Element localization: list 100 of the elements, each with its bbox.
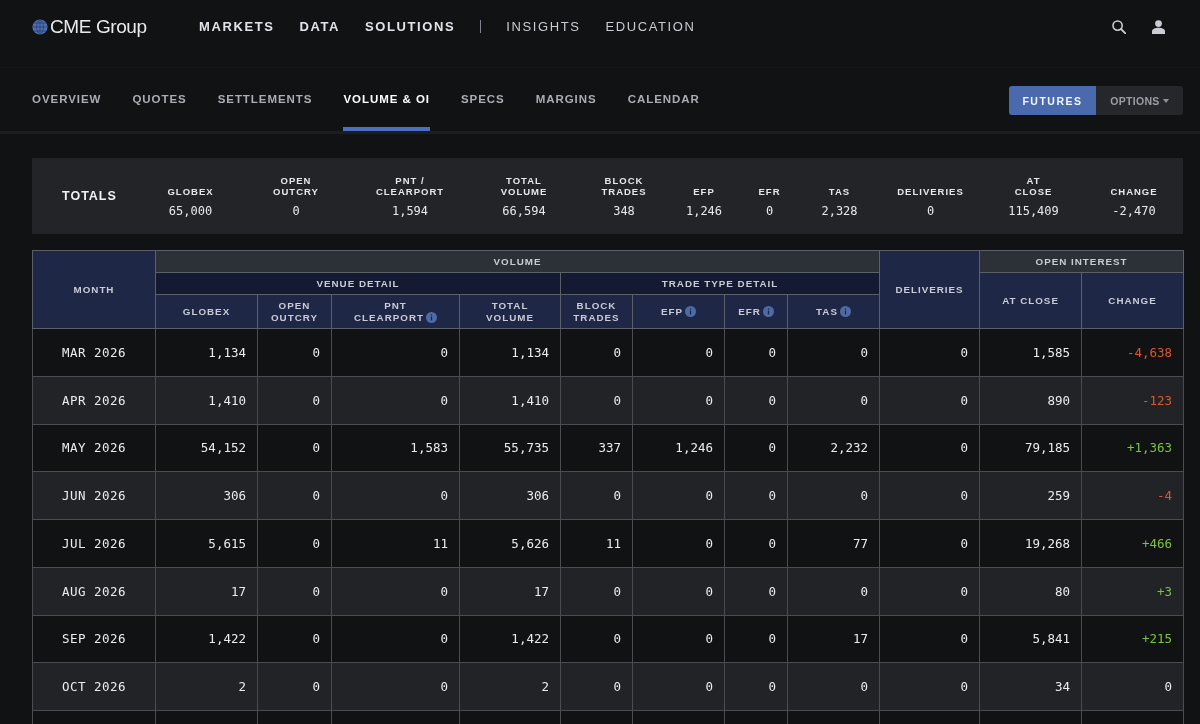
change-cell: +3 [1081,567,1184,615]
totals-label: DELIVERIES [897,186,964,198]
nav-link[interactable]: EDUCATION [605,18,696,35]
column-label: EFR [738,305,761,317]
table-cell: 306 [459,471,561,520]
column-label: OPEN OUTCRY [271,299,318,323]
change-cell: -123 [1081,376,1184,424]
table-cell: 0 [632,662,725,711]
table-cell: 55,735 [459,424,561,472]
table-cell: 0 [257,567,332,615]
table-cell: 0 [331,615,460,663]
table-cell: 0 [879,567,980,615]
tab[interactable]: VOLUME & OI [343,68,430,131]
table-cell: 1,246 [632,424,725,472]
change-cell: +215 [1081,615,1184,663]
user-icon[interactable] [1152,19,1165,34]
table-cell: 0 [879,519,980,568]
change-cell: +1,363 [1081,424,1184,472]
table-cell: 0 [724,615,788,663]
table-cell: 1,134 [459,328,561,377]
totals-label: GLOBEX [167,186,214,198]
info-icon[interactable] [426,311,437,323]
totals-label: EFR [758,186,781,198]
table-cell: 77 [787,519,880,568]
info-icon[interactable] [839,305,851,317]
table-cell: 337 [560,424,633,472]
globe-icon [32,18,48,35]
table-cell: 0 [879,328,980,377]
toggle-button[interactable]: FUTURES [1009,86,1096,115]
column-header: CHANGE [1081,272,1184,329]
month-cell: APR 2026 [32,376,156,424]
table-cell: 0 [879,471,980,520]
logo-text[interactable]: CME Group [50,15,147,38]
tab[interactable]: CALENDAR [627,68,700,131]
table-cell: 5,626 [459,519,561,568]
table-cell: 34 [979,662,1082,711]
month-cell: AUG 2026 [32,567,156,615]
nav-link[interactable]: DATA [299,18,341,35]
table-cell: 1,410 [459,376,561,424]
month-cell: MAY 2026 [32,424,156,472]
toggle-button[interactable]: OPTIONS [1096,86,1183,115]
totals-value: 115,409 [1008,203,1059,219]
table-cell: 1,410 [155,376,258,424]
table-cell: 0 [632,328,725,377]
table-cell: 0 [560,615,633,663]
table-cell: 1,583 [331,424,460,472]
table-cell: 0 [257,376,332,424]
month-cell: MAR 2026 [32,328,156,377]
table-cell: 0 [560,567,633,615]
table-cell: 0 [257,519,332,568]
table-cell: 0 [879,376,980,424]
table-cell: 0 [724,471,788,520]
table-cell: 2 [155,662,258,711]
tab[interactable]: SETTLEMENTS [217,68,313,131]
column-header: DELIVERIES [879,250,980,329]
table-cell: 0 [787,662,880,711]
tab[interactable]: SPECS [460,68,505,131]
table-cell: 259 [979,471,1082,520]
change-cell: -4 [1081,471,1184,520]
totals-label: BLOCK TRADES [601,174,647,198]
table-cell: 54,152 [155,424,258,472]
column-header: AT CLOSE [979,272,1082,329]
table-cell: 0 [879,662,980,711]
totals-title: TOTALS [61,189,117,203]
table-cell: 0 [560,471,633,520]
table-cell: 17 [787,615,880,663]
table-cell: 11 [560,519,633,568]
table-cell: 79,185 [979,424,1082,472]
totals-label: OPEN OUTCRY [273,174,319,198]
table-cell: 0 [787,567,880,615]
table-cell: 0 [724,519,788,568]
column-group-header: VENUE DETAIL [155,272,561,295]
tab[interactable]: QUOTES [132,68,187,131]
nav-link[interactable]: INSIGHTS [506,18,581,35]
totals-value: 66,594 [502,203,546,219]
table-cell: 11 [331,519,460,568]
table-cell: 0 [560,662,633,711]
totals-label: CHANGE [1110,186,1158,198]
column-group-header: OPEN INTEREST [979,250,1184,273]
nav-link[interactable]: MARKETS [199,18,275,35]
totals-value: 1,246 [685,203,723,219]
info-icon[interactable] [685,305,697,317]
column-group-header: TRADE TYPE DETAIL [560,272,880,295]
search-icon[interactable] [1112,19,1126,34]
month-cell: JUL 2026 [32,519,156,568]
nav-link[interactable]: SOLUTIONS [365,18,456,35]
table-cell: 0 [879,424,980,472]
table-cell: 0 [331,328,460,377]
table-cell: 0 [257,662,332,711]
tab[interactable]: MARGINS [535,68,597,131]
table-cell: 0 [331,567,460,615]
table-cell: 0 [787,328,880,377]
table-cell: 0 [632,376,725,424]
totals-value: 0 [765,203,774,219]
info-icon[interactable] [762,305,774,317]
change-cell: -4,638 [1081,328,1184,377]
tab[interactable]: OVERVIEW [32,68,102,131]
table-cell: 2 [459,662,561,711]
table-cell: 0 [331,662,460,711]
column-label: TAS [816,305,838,317]
